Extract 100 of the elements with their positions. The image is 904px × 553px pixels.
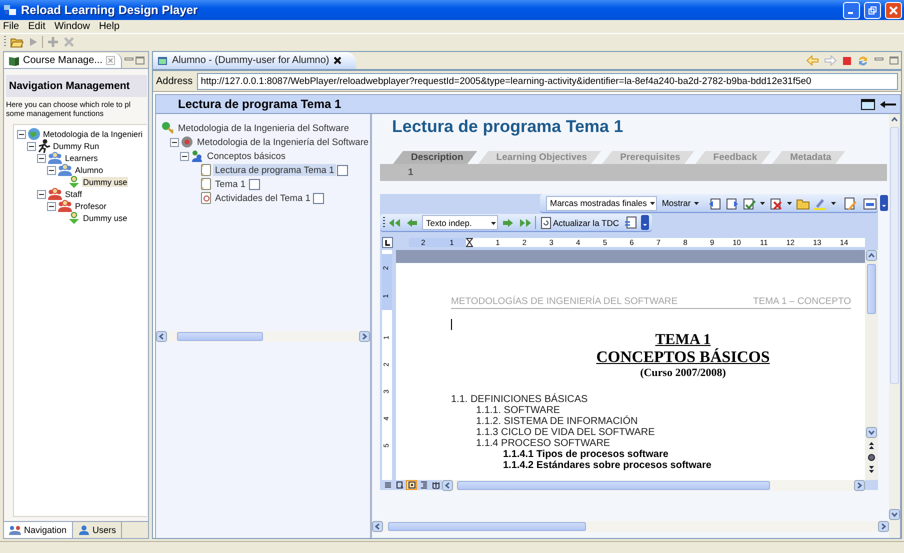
vertical-scrollbar[interactable] (865, 250, 878, 480)
maximize-icon[interactable] (889, 56, 899, 65)
scroll-right-icon[interactable] (878, 521, 889, 532)
document-subtitle: CONCEPTOS BÁSICOS (596, 349, 770, 367)
minimize-button[interactable] (843, 2, 860, 18)
checkbox[interactable] (337, 164, 348, 176)
horizontal-scrollbar[interactable] (372, 521, 889, 532)
view-button[interactable] (418, 480, 429, 490)
collapse-icon[interactable] (37, 190, 46, 198)
panel-icon[interactable] (862, 196, 877, 210)
view-button[interactable] (430, 480, 441, 490)
show-menu[interactable]: Mostrar (660, 198, 702, 208)
previous-page-icon[interactable] (867, 441, 876, 450)
scroll-thumb[interactable] (890, 127, 899, 384)
tree-item[interactable]: Learners (64, 153, 99, 163)
collapse-icon[interactable] (47, 202, 56, 210)
scroll-down-icon[interactable] (866, 427, 877, 438)
stop-icon[interactable] (842, 56, 852, 66)
tree-item[interactable]: Dummy use (82, 177, 128, 187)
menu-item[interactable]: Window (54, 21, 90, 32)
scroll-thumb[interactable] (867, 264, 876, 314)
collapse-icon[interactable] (17, 130, 26, 138)
scroll-thumb[interactable] (457, 480, 770, 490)
activity-item[interactable]: Lectura de programa Tema 1 (213, 164, 336, 176)
close-icon[interactable] (333, 56, 342, 65)
menu-item[interactable]: File (3, 21, 20, 32)
collapse-icon[interactable] (27, 142, 36, 150)
folder-icon[interactable] (796, 196, 810, 210)
tree-item[interactable]: Metodologia de la Ingenieria del Software (176, 122, 352, 134)
previous-change-icon[interactable] (708, 196, 722, 210)
highlighter-icon[interactable] (812, 196, 827, 210)
close-button[interactable] (885, 2, 902, 18)
next-change-icon[interactable] (724, 196, 739, 210)
collapse-icon[interactable] (37, 154, 46, 162)
document-link-icon[interactable] (624, 216, 638, 229)
folder-open-icon[interactable] (10, 36, 24, 48)
collapse-icon[interactable] (180, 152, 189, 160)
horizontal-scrollbar[interactable] (156, 331, 370, 342)
last-arrow-icon[interactable] (518, 216, 532, 229)
pencil-document-icon[interactable] (842, 196, 857, 210)
activity-item[interactable]: Actividades del Tema 1 (213, 192, 312, 204)
style-dropdown[interactable]: Texto indep. (422, 215, 498, 230)
first-arrow-icon[interactable] (388, 216, 402, 229)
toolbar-options-icon[interactable] (640, 215, 649, 230)
group-icon (57, 199, 73, 213)
tree-item[interactable]: Dummy use (82, 213, 128, 223)
page-icon (200, 177, 212, 191)
group-icon (57, 163, 73, 177)
view-tab[interactable]: Navigation (4, 522, 73, 538)
scroll-left-icon[interactable] (372, 521, 383, 532)
view-button[interactable] (394, 480, 405, 490)
next-page-icon[interactable] (867, 465, 876, 474)
scroll-down-icon[interactable] (889, 509, 900, 520)
toolbar-options-icon[interactable] (880, 195, 888, 211)
scroll-left-icon[interactable] (156, 331, 167, 342)
scroll-thumb[interactable] (388, 522, 586, 531)
scroll-thumb[interactable] (176, 332, 263, 341)
scroll-left-icon[interactable] (442, 480, 453, 490)
view-button[interactable] (406, 480, 417, 490)
maximize-icon[interactable] (134, 56, 146, 64)
tree-item[interactable]: Staff (64, 189, 83, 199)
restore-button[interactable] (864, 2, 881, 18)
accept-change-icon[interactable] (742, 196, 756, 210)
restore-icon[interactable] (868, 6, 877, 14)
outline-item: 1.1.4 PROCESO SOFTWARE (476, 438, 612, 449)
menu-item[interactable]: Edit (28, 21, 46, 32)
tree-item[interactable]: Dummy Run (52, 141, 100, 151)
window-icon[interactable] (861, 98, 875, 110)
tree-item[interactable]: Profesor (74, 201, 108, 211)
update-toc-button[interactable]: Actualizar la TDC (539, 216, 621, 228)
markup-dropdown[interactable]: Marcas mostradas finales (546, 196, 657, 210)
vertical-scrollbar[interactable] (889, 114, 900, 538)
tree-item[interactable]: Alumno (74, 165, 104, 175)
content-tab[interactable]: Description (393, 151, 478, 164)
tree-item[interactable]: Metodologia de la Ingeniería del Software (195, 136, 370, 148)
reject-change-icon[interactable] (768, 196, 783, 210)
tree-item[interactable]: Metodologia de la Ingenieri (42, 129, 144, 139)
collapse-icon[interactable] (170, 138, 179, 146)
view-button[interactable] (382, 480, 393, 490)
outline-item: 1.1.4.2 Estándares sobre procesos software (503, 460, 712, 471)
collapse-icon[interactable] (47, 166, 56, 174)
tab-selector-icon[interactable] (382, 237, 393, 248)
editor-tab[interactable]: Alumno - (Dummy-user for Alumno) (153, 52, 356, 69)
left-arrow-icon[interactable] (879, 98, 897, 110)
previous-arrow-icon[interactable] (405, 216, 419, 229)
menu-item[interactable]: Help (98, 21, 120, 32)
browse-object-icon[interactable] (867, 453, 876, 462)
view-tab[interactable]: Course Manage... (4, 52, 122, 68)
book-icon (8, 54, 20, 66)
checkbox[interactable] (313, 192, 324, 204)
activity-item[interactable]: Tema 1 (213, 178, 248, 190)
scroll-right-icon[interactable] (359, 331, 370, 342)
tree-item[interactable]: Conceptos básicos (205, 150, 288, 162)
next-arrow-icon[interactable] (501, 216, 515, 229)
view-tab[interactable]: Users (72, 522, 122, 538)
scroll-right-icon[interactable] (854, 480, 865, 490)
scroll-up-icon[interactable] (866, 250, 877, 261)
checkbox[interactable] (248, 178, 260, 190)
horizontal-scrollbar[interactable] (442, 480, 865, 490)
address-field[interactable]: http://127.0.0.1:8087/WebPlayer/reloadwebplayer?requestId=2005&type=learning-activity&identifier=la-8ef4a240-ba2d-2782-b9ba-bdd12e31f5e0 (196, 72, 898, 90)
